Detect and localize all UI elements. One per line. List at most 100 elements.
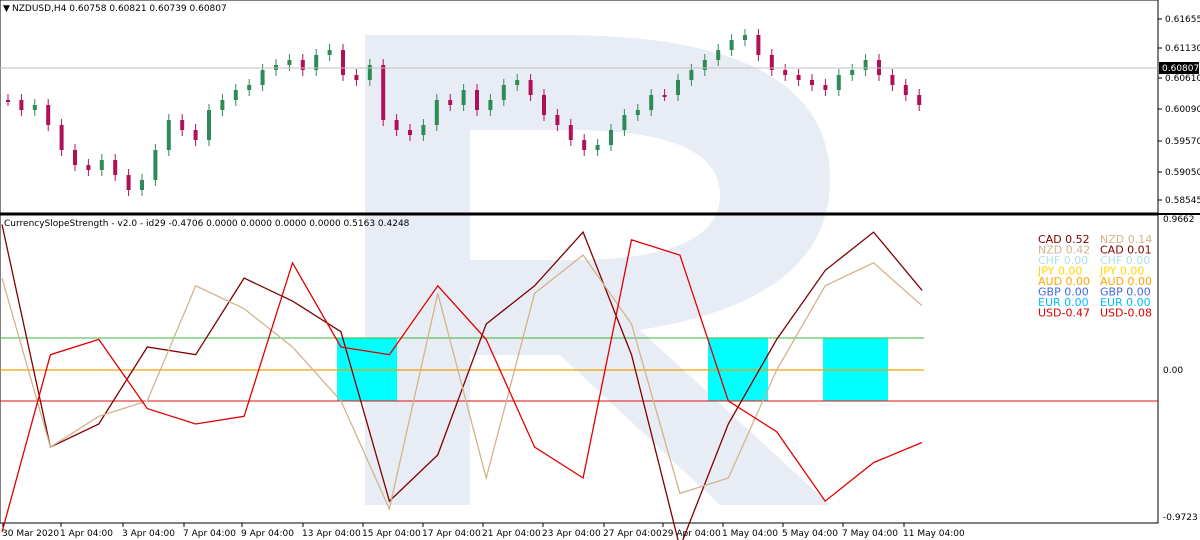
candle-body xyxy=(287,60,292,65)
candle-body xyxy=(756,35,761,55)
candle-body xyxy=(568,125,573,140)
candle-body xyxy=(676,80,680,95)
candle-body xyxy=(917,95,922,105)
candle-body xyxy=(716,50,721,60)
chart-canvas[interactable]: NZDUSD,H4 0.60758 0.60821 0.60739 0.6080… xyxy=(0,0,1200,540)
price-tick-label: 0.58545 xyxy=(1165,196,1200,206)
price-tick-label: 0.60610 xyxy=(1165,74,1200,84)
price-tick-label: 0.61655 xyxy=(1165,15,1200,25)
candle-body xyxy=(99,160,104,170)
candle-body xyxy=(421,125,426,135)
time-tick-label: 23 Apr 04:00 xyxy=(542,529,601,539)
candle-body xyxy=(689,70,694,80)
price-tick-label: 0.59570 xyxy=(1165,137,1200,147)
time-tick-label: 17 Apr 04:00 xyxy=(422,529,481,539)
candle-body xyxy=(850,70,855,75)
candle-body xyxy=(341,50,345,75)
candle-body xyxy=(836,75,841,90)
candle-body xyxy=(635,110,640,115)
indicator-tick-label: 0.9662 xyxy=(1163,215,1195,225)
candle-body xyxy=(19,100,24,110)
candle-body xyxy=(515,80,520,85)
candle-body xyxy=(59,125,64,150)
candle-body xyxy=(260,70,265,85)
current-price-label: 0.60807 xyxy=(1162,64,1199,74)
indicator-axis[interactable]: 0.9662 0.00 -0.9723 xyxy=(1163,215,1198,523)
candle-body xyxy=(542,95,546,115)
candle-body xyxy=(32,105,37,110)
candle-body xyxy=(729,40,734,50)
candle-body xyxy=(113,160,118,175)
candle-body xyxy=(461,90,466,105)
time-tick-label: 1 Apr 04:00 xyxy=(60,529,113,539)
time-tick-label: 5 May 04:00 xyxy=(782,529,838,539)
candle-body xyxy=(153,150,158,180)
candle-body xyxy=(796,75,801,80)
candle-body xyxy=(193,130,198,140)
candle-body xyxy=(166,120,171,150)
triangle-down-icon[interactable]: ▼ xyxy=(3,4,10,14)
price-tick-label: 0.60090 xyxy=(1165,105,1200,115)
candle-body xyxy=(448,100,453,105)
candle-body xyxy=(327,50,332,55)
candle-body xyxy=(501,85,506,100)
time-tick-label: 30 Mar 2020 xyxy=(2,529,59,539)
time-tick-label: 3 Apr 04:00 xyxy=(122,529,175,539)
chart-window[interactable]: NZDUSD,H4 0.60758 0.60821 0.60739 0.6080… xyxy=(0,0,1200,540)
candle-body xyxy=(609,130,613,145)
candle-body xyxy=(582,140,587,150)
indicator-tick-label: 0.00 xyxy=(1163,366,1183,376)
indicator-tick-label: -0.9723 xyxy=(1163,513,1198,523)
candle-body xyxy=(890,75,895,85)
candle-body xyxy=(823,85,828,90)
candle-body xyxy=(528,80,533,95)
candle-body xyxy=(394,120,399,130)
strength-table: CAD 0.52 NZD 0.14NZD 0.42 CAD 0.01CHF 0.00… xyxy=(1037,233,1152,320)
candle-body xyxy=(233,90,238,100)
candle-body xyxy=(408,130,412,135)
candle-body xyxy=(662,95,667,97)
candle-body xyxy=(247,85,252,90)
candle-body xyxy=(126,175,131,190)
indicator-header: CurrencySlopeStrength - v2.0 - id29 -0.4… xyxy=(4,219,410,229)
candle-body xyxy=(595,145,600,150)
candle-body xyxy=(622,115,627,130)
time-axis[interactable]: 30 Mar 2020 1 Apr 04:00 3 Apr 04:00 7 Apr 0… xyxy=(2,523,965,539)
candle-body xyxy=(46,105,51,125)
strength-right-value: USD-0.08 xyxy=(1100,307,1152,320)
candle-body xyxy=(649,95,654,110)
time-tick-label: 9 Apr 04:00 xyxy=(241,529,294,539)
time-tick-label: 29 Apr 04:00 xyxy=(662,529,721,539)
price-axis[interactable]: 0.61655 0.61130 0.60610 0.60090 0.59570 0.590… xyxy=(1158,15,1200,206)
time-tick-label: 13 Apr 04:00 xyxy=(302,529,361,539)
candle-body xyxy=(207,110,211,140)
candle-body xyxy=(140,180,144,190)
time-tick-label: 11 May 04:00 xyxy=(903,529,965,539)
candle-body xyxy=(6,100,10,102)
candle-body xyxy=(86,165,91,170)
candle-body xyxy=(783,70,788,75)
candle-body xyxy=(555,115,560,125)
candle-body xyxy=(73,150,77,165)
candle-body xyxy=(488,100,493,110)
price-tick-label: 0.61130 xyxy=(1165,44,1200,54)
symbol-header: NZDUSD,H4 0.60758 0.60821 0.60739 0.6080… xyxy=(12,4,227,14)
candle-body xyxy=(367,65,372,80)
time-tick-label: 1 May 04:00 xyxy=(722,529,778,539)
candle-body xyxy=(903,85,908,95)
time-tick-label: 7 Apr 04:00 xyxy=(183,529,236,539)
candle-body xyxy=(180,120,185,130)
time-tick-label: 21 Apr 04:00 xyxy=(482,529,541,539)
candle-body xyxy=(810,80,814,85)
candle-body xyxy=(220,100,225,110)
candle-body xyxy=(381,65,386,120)
candle-body xyxy=(434,100,439,125)
time-tick-label: 27 Apr 04:00 xyxy=(603,529,662,539)
candle-body xyxy=(354,75,359,80)
time-tick-label: 7 May 04:00 xyxy=(842,529,898,539)
time-tick-label: 15 Apr 04:00 xyxy=(362,529,421,539)
price-tick-label: 0.59050 xyxy=(1165,168,1200,178)
candle-body xyxy=(743,35,747,40)
strength-left-value: USD-0.47 xyxy=(1038,307,1090,320)
candle-body xyxy=(475,90,479,110)
